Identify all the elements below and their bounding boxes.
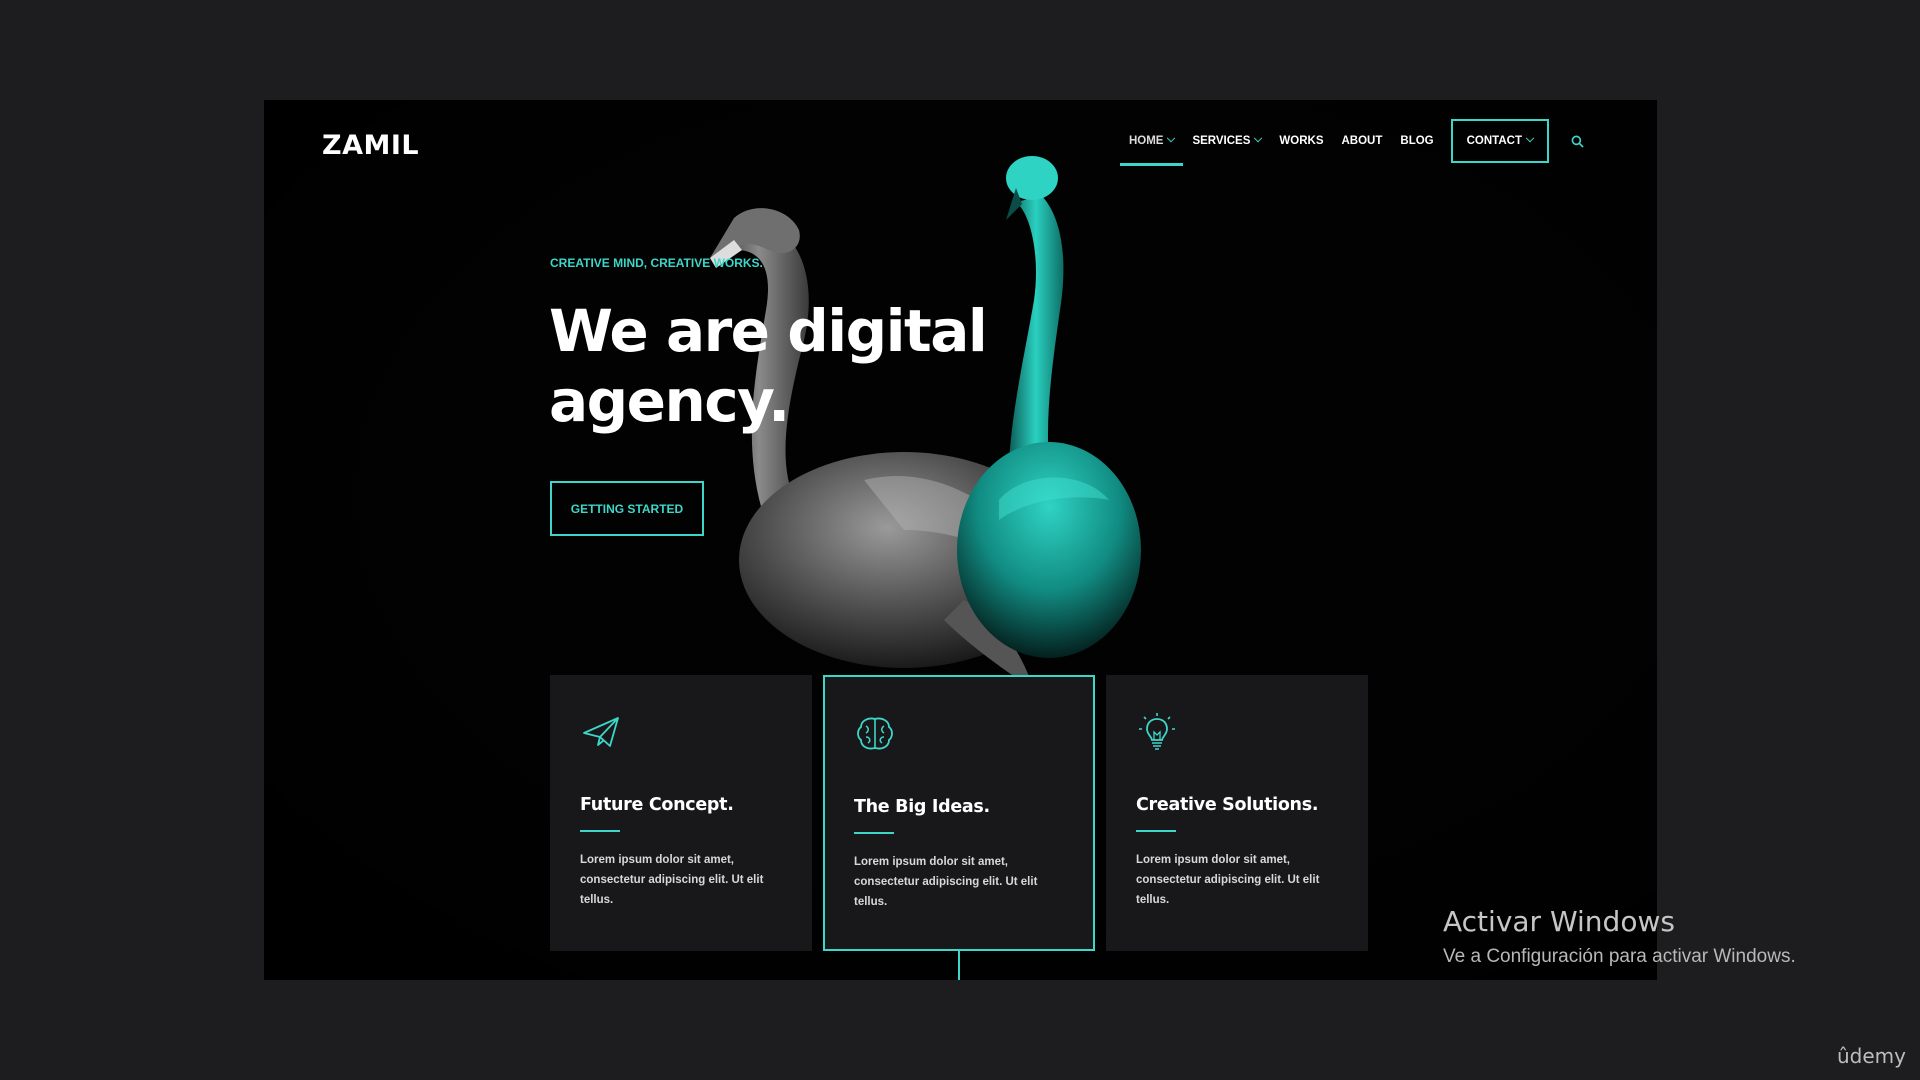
nav-label-contact: CONTACT (1466, 135, 1522, 147)
card-divider (854, 832, 894, 834)
paper-plane-icon (583, 717, 619, 747)
hero-tagline: CREATIVE MIND, CREATIVE WORKS. (550, 256, 763, 270)
hero-title-line2: agency. (549, 367, 790, 435)
hero-title: We are digital agency. (549, 296, 1069, 436)
card-divider (1136, 830, 1176, 832)
chevron-down-icon (1167, 133, 1176, 143)
active-card-indicator (958, 951, 960, 980)
main-nav: HOME SERVICES WORKS ABOUT BLOG CONTACT (1119, 119, 1587, 166)
hero-title-line1: We are digital (549, 297, 988, 365)
nav-item-blog[interactable]: BLOG (1391, 119, 1442, 163)
nav-label-about: ABOUT (1341, 135, 1383, 147)
nav-label-home: HOME (1128, 135, 1164, 147)
nav-item-home[interactable]: HOME (1119, 119, 1184, 166)
card-title: The Big Ideas. (854, 797, 990, 817)
nav-item-about[interactable]: ABOUT (1333, 119, 1392, 163)
card-text: Lorem ipsum dolor sit amet, consectetur … (854, 856, 1038, 908)
feature-card-creative-solutions[interactable]: Creative Solutions. Lorem ipsum dolor si… (1106, 675, 1368, 951)
nav-label-services: SERVICES (1192, 135, 1251, 147)
activation-title: Activar Windows (1443, 905, 1675, 938)
search-icon[interactable] (1567, 131, 1587, 151)
windows-activation-watermark: Activar Windows Ve a Configuración para … (1443, 905, 1796, 968)
website-preview: ZAMIL HOME SERVICES WORKS ABOUT BLOG CON… (264, 100, 1657, 980)
feature-card-big-ideas[interactable]: The Big Ideas. Lorem ipsum dolor sit ame… (823, 675, 1095, 951)
card-text: Lorem ipsum dolor sit amet, consectetur … (580, 854, 764, 906)
card-title: Creative Solutions. (1136, 795, 1319, 815)
site-logo[interactable]: ZAMIL (322, 130, 419, 161)
card-text: Lorem ipsum dolor sit amet, consectetur … (1136, 854, 1320, 906)
udemy-watermark: ûdemy (1837, 1044, 1906, 1068)
lightbulb-icon (1139, 713, 1175, 750)
card-title: Future Concept. (580, 795, 734, 815)
nav-item-services[interactable]: SERVICES (1183, 119, 1270, 163)
activation-subtitle: Ve a Configuración para activar Windows. (1443, 946, 1796, 967)
nav-label-blog: BLOG (1400, 135, 1434, 147)
card-divider (580, 830, 620, 832)
feature-card-future-concept[interactable]: Future Concept. Lorem ipsum dolor sit am… (550, 675, 812, 951)
nav-item-works[interactable]: WORKS (1270, 119, 1332, 163)
brain-icon (857, 717, 893, 750)
getting-started-button[interactable]: GETTING STARTED (550, 481, 704, 536)
nav-item-contact[interactable]: CONTACT (1450, 119, 1549, 163)
chevron-down-icon (1254, 133, 1263, 143)
chevron-down-icon (1525, 133, 1535, 143)
nav-label-works: WORKS (1279, 135, 1324, 147)
